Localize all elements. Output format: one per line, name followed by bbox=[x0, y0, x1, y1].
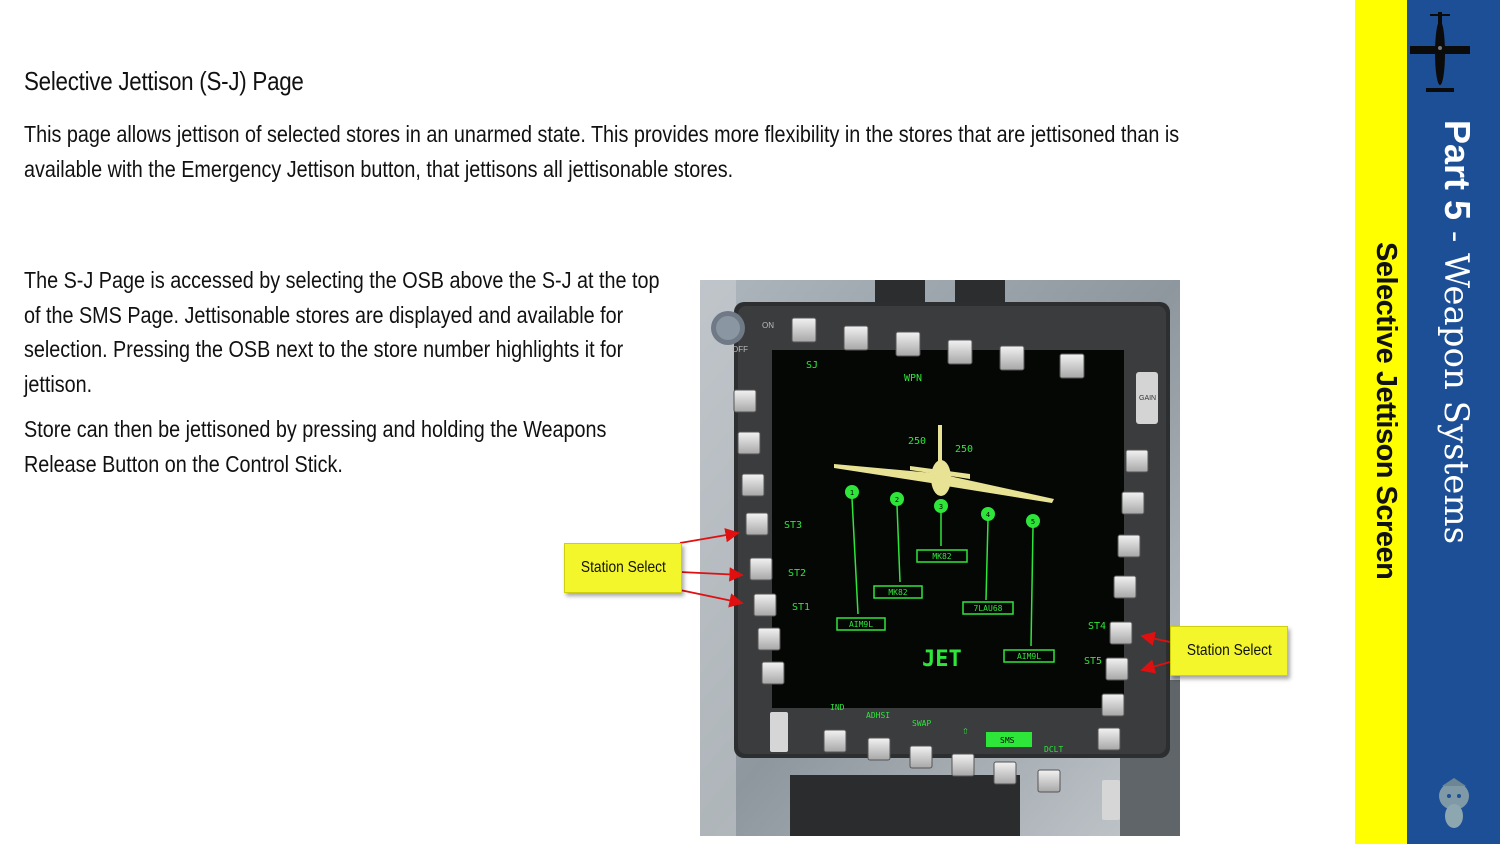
osb-left-st3[interactable] bbox=[745, 512, 769, 536]
store-2: MK82 bbox=[888, 588, 907, 597]
osb-right-2[interactable] bbox=[1121, 491, 1145, 515]
speed-left: 250 bbox=[908, 436, 926, 447]
osb-left-3[interactable] bbox=[741, 473, 765, 497]
gain-label: GAIN bbox=[1139, 395, 1156, 402]
part-separator: - bbox=[1436, 220, 1476, 254]
mfd-label-st5: ST5 bbox=[1084, 656, 1102, 667]
osb-bottom-swap[interactable] bbox=[909, 745, 933, 769]
osb-right-1[interactable] bbox=[1125, 449, 1149, 473]
osb-top-4[interactable] bbox=[947, 339, 973, 365]
part-label: Part 5 bbox=[1437, 120, 1478, 221]
store-3: MK82 bbox=[932, 552, 951, 561]
station-num-5: 5 bbox=[1031, 518, 1035, 526]
osb-left-2[interactable] bbox=[737, 431, 761, 455]
store-5: AIM9L bbox=[1017, 652, 1041, 661]
mfd-label-st1: ST1 bbox=[792, 602, 810, 613]
jet-status: JET bbox=[922, 647, 962, 672]
store-4: 7LAU68 bbox=[974, 604, 1003, 613]
station-num-1: 1 bbox=[850, 489, 854, 497]
mfd-label-st3: ST3 bbox=[784, 520, 802, 531]
station-num-4: 4 bbox=[986, 511, 990, 519]
section-label: Weapon Systems bbox=[1436, 253, 1476, 545]
station-num-3: 3 bbox=[939, 503, 943, 511]
osb-top-1[interactable] bbox=[791, 317, 817, 343]
mfd-label-sj: SJ bbox=[806, 360, 818, 371]
brightness-rocker-right[interactable] bbox=[1102, 780, 1120, 820]
osb-right-st5[interactable] bbox=[1105, 657, 1129, 681]
release-paragraph: Store can then be jettisoned by pressing… bbox=[24, 416, 607, 477]
knob-on-label: ON bbox=[762, 321, 774, 330]
brightness-rocker-left[interactable] bbox=[770, 712, 788, 752]
osb-bottom-ind[interactable] bbox=[823, 729, 847, 753]
osb-right-4[interactable] bbox=[1113, 575, 1137, 599]
osb-left-7[interactable] bbox=[757, 627, 781, 651]
section-subtitle: Selective Jettison Screen bbox=[1370, 242, 1402, 580]
mascot-icon bbox=[1439, 778, 1469, 828]
osb-left-8[interactable] bbox=[761, 661, 785, 685]
osb-left-st1[interactable] bbox=[753, 593, 777, 617]
store-1: AIM9L bbox=[849, 620, 873, 629]
osb-right-7[interactable] bbox=[1101, 693, 1125, 717]
mfd-label-wpn: WPN bbox=[904, 373, 922, 384]
station-num-2: 2 bbox=[895, 496, 899, 504]
osb-bottom-up[interactable] bbox=[951, 753, 975, 777]
access-paragraph: The S-J Page is accessed by selecting th… bbox=[24, 267, 660, 397]
osb-top-2[interactable] bbox=[843, 325, 869, 351]
mfd-label-adhsi: ADHSI bbox=[866, 711, 890, 720]
osb-top-3[interactable] bbox=[895, 331, 921, 357]
station-select-callout-left: Station Select bbox=[564, 543, 682, 593]
aircraft-logo-icon bbox=[1410, 12, 1470, 92]
osb-bottom-adhsi[interactable] bbox=[867, 737, 891, 761]
speed-right: 250 bbox=[955, 444, 973, 455]
mfd-label-dclt: DCLT bbox=[1044, 745, 1063, 754]
osb-top-6[interactable] bbox=[1059, 353, 1085, 379]
osb-left-1[interactable] bbox=[733, 389, 757, 413]
mfd-label-up-arrow: ⇧ bbox=[962, 724, 969, 737]
mfd-label-st4: ST4 bbox=[1088, 621, 1106, 632]
knob-off-label: OFF bbox=[732, 345, 748, 354]
osb-right-3[interactable] bbox=[1117, 534, 1141, 558]
station-select-callout-right: Station Select bbox=[1170, 626, 1288, 676]
osb-top-5[interactable] bbox=[999, 345, 1025, 371]
mfd-label-sms: SMS bbox=[1000, 736, 1015, 745]
mfd-label-swap: SWAP bbox=[912, 719, 931, 728]
osb-left-st2[interactable] bbox=[749, 557, 773, 581]
osb-right-st4[interactable] bbox=[1109, 621, 1133, 645]
mfd-label-ind: IND bbox=[830, 703, 845, 712]
part-heading: Part 5 - Weapon Systems bbox=[1436, 120, 1478, 544]
osb-bottom-dclt[interactable] bbox=[1037, 769, 1061, 793]
osb-bottom-sms[interactable] bbox=[993, 761, 1017, 785]
callout-left-text: Station Select bbox=[580, 559, 666, 576]
page-title: Selective Jettison (S-J) Page bbox=[24, 66, 304, 96]
mfd-label-st2: ST2 bbox=[788, 568, 806, 579]
mfd-screenshot: ON OFF GAIN SJ WPN ST3 ST2 ST1 ST4 ST5 I… bbox=[700, 280, 1180, 836]
callout-right-text: Station Select bbox=[1186, 642, 1272, 659]
intro-paragraph: This page allows jettison of selected st… bbox=[24, 121, 1180, 182]
osb-right-8[interactable] bbox=[1097, 727, 1121, 751]
